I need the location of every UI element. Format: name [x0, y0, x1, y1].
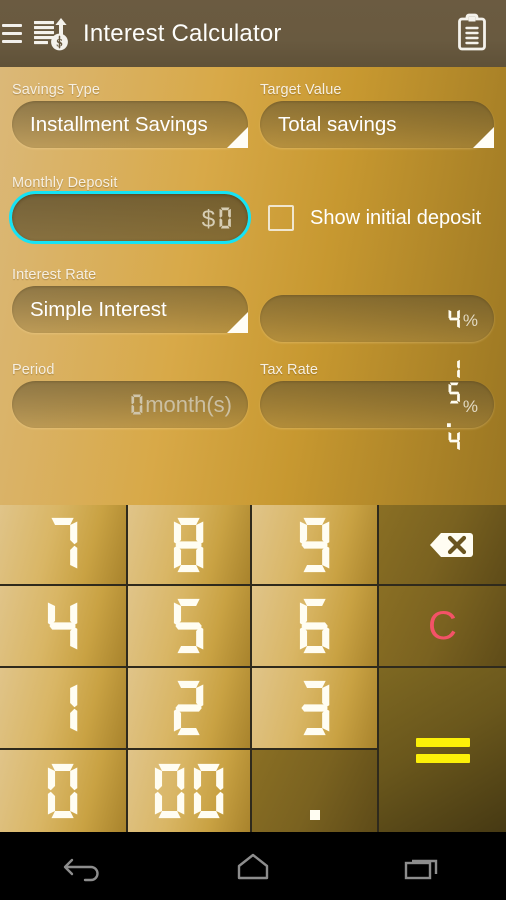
savings-type-value: Installment Savings — [30, 112, 208, 136]
keypad-key-5[interactable] — [128, 586, 252, 668]
target-value-label: Target Value — [260, 82, 342, 98]
equals-icon — [415, 737, 470, 763]
interest-chart-dollar-icon: S — [34, 17, 68, 50]
recent-apps-icon[interactable] — [377, 842, 467, 890]
interest-rate-type-value: Simple Interest — [30, 297, 167, 321]
keypad-key-label — [296, 595, 333, 657]
interest-rate-type-dropdown[interactable]: Simple Interest — [12, 286, 248, 333]
period-group: Period month(s) — [12, 362, 248, 428]
keypad-key-7[interactable] — [0, 505, 128, 586]
keypad-key-2[interactable] — [128, 668, 252, 750]
keypad-key-1[interactable] — [0, 668, 128, 750]
target-value-dropdown[interactable]: Total savings — [260, 101, 494, 148]
savings-type-group: Savings Type Installment Savings — [12, 82, 248, 148]
keypad-key-label — [151, 760, 227, 822]
keypad-key-label — [44, 677, 81, 739]
tax-rate-value — [447, 357, 461, 453]
app-header: S Interest Calculator — [0, 0, 506, 67]
clipboard-icon[interactable] — [450, 11, 494, 55]
keypad-backspace-button[interactable] — [379, 505, 506, 586]
monthly-deposit-input[interactable]: $ — [9, 191, 251, 244]
numeric-keypad: C — [0, 505, 506, 832]
keypad-key-6[interactable] — [252, 586, 379, 668]
keypad-key-00[interactable] — [128, 750, 252, 832]
android-navigation-bar — [0, 832, 506, 900]
period-value — [130, 393, 144, 416]
monthly-deposit-group: Monthly Deposit $ — [9, 175, 251, 244]
hamburger-menu-icon[interactable] — [2, 19, 24, 49]
keypad-key-label — [44, 760, 81, 822]
period-label: Period — [12, 362, 55, 378]
interest-rate-value — [447, 307, 461, 331]
period-input[interactable]: month(s) — [12, 381, 248, 428]
interest-rate-input[interactable]: % — [260, 295, 494, 342]
monthly-deposit-label: Monthly Deposit — [12, 175, 118, 191]
interest-rate-value-group: % — [260, 295, 494, 342]
keypad-key-9[interactable] — [252, 505, 379, 586]
app-root: S Interest Calculator Savings Type Insta… — [0, 0, 506, 900]
keypad-key-label — [170, 595, 207, 657]
interest-rate-label: Interest Rate — [12, 267, 97, 283]
dropdown-triangle-icon — [227, 312, 248, 333]
keypad-key-label — [296, 514, 333, 576]
keypad-clear-button[interactable]: C — [379, 586, 506, 668]
keypad-key-label — [44, 595, 81, 657]
tax-rate-group: Tax Rate % — [260, 359, 494, 450]
show-initial-deposit-label: Show initial deposit — [310, 206, 482, 229]
show-initial-deposit-checkbox[interactable] — [268, 205, 294, 231]
target-value-group: Target Value Total savings — [260, 82, 494, 148]
backspace-icon — [429, 532, 473, 557]
tax-rate-input[interactable]: % — [260, 359, 494, 450]
target-value-value: Total savings — [278, 112, 397, 136]
monthly-deposit-value: $ — [201, 206, 232, 230]
show-initial-deposit-row[interactable]: Show initial deposit — [268, 205, 481, 231]
interest-rate-unit: % — [462, 310, 478, 330]
dropdown-triangle-icon — [473, 127, 494, 148]
keypad-clear-label: C — [428, 604, 457, 648]
back-arrow-icon[interactable] — [39, 842, 129, 890]
home-icon[interactable] — [208, 842, 298, 890]
dropdown-triangle-icon — [227, 127, 248, 148]
keypad-key-label — [44, 514, 81, 576]
keypad-equals-button[interactable] — [379, 668, 506, 832]
interest-rate-group: Interest Rate Simple Interest — [12, 267, 248, 333]
keypad-key-8[interactable] — [128, 505, 252, 586]
page-title: Interest Calculator — [83, 19, 282, 47]
savings-type-dropdown[interactable]: Installment Savings — [12, 101, 248, 148]
calculator-form: Savings Type Installment Savings Target … — [0, 67, 506, 505]
savings-type-label: Savings Type — [12, 82, 100, 98]
keypad-key-label — [296, 677, 333, 739]
keypad-key-0[interactable] — [0, 750, 128, 832]
keypad-key-label — [170, 514, 207, 576]
keypad-decimal-button[interactable] — [252, 750, 379, 832]
keypad-key-label — [170, 677, 207, 739]
decimal-point-icon — [309, 810, 320, 820]
keypad-key-3[interactable] — [252, 668, 379, 750]
period-unit: month(s) — [145, 391, 232, 417]
svg-text:$: $ — [201, 206, 215, 230]
tax-rate-unit: % — [462, 396, 478, 416]
keypad-key-4[interactable] — [0, 586, 128, 668]
